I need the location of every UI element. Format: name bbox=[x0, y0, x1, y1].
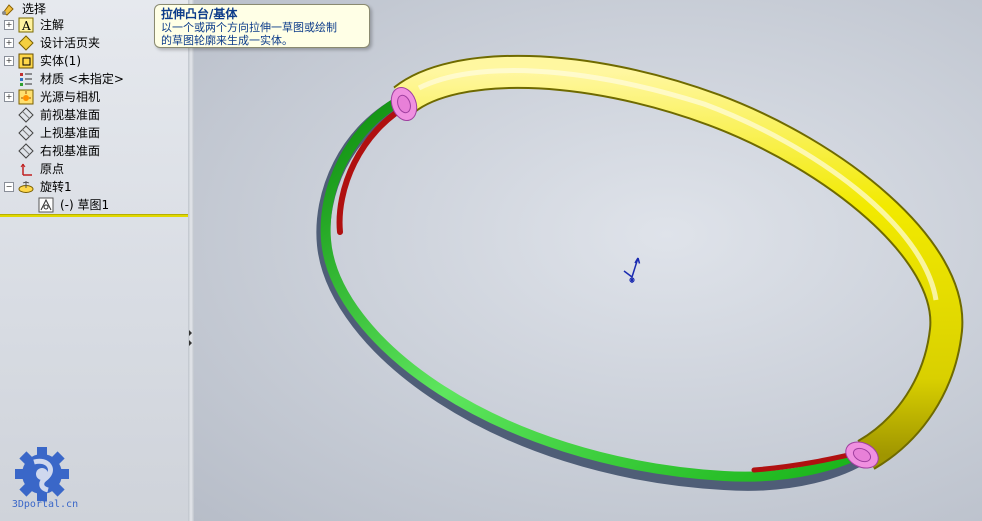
tree-item-label: 上视基准面 bbox=[40, 126, 101, 140]
plane-icon bbox=[18, 143, 34, 159]
tooltip: 拉伸凸台/基体 以一个或两个方向拉伸一草图或绘制 的草图轮廓来生成一实体。 bbox=[154, 4, 370, 48]
expand-icon[interactable]: + bbox=[4, 38, 14, 48]
plane-icon bbox=[18, 107, 34, 123]
collapse-icon[interactable]: − bbox=[4, 182, 14, 192]
origin-icon bbox=[18, 161, 34, 177]
tooltip-line: 以一个或两个方向拉伸一草图或绘制 bbox=[161, 21, 337, 34]
svg-text:A: A bbox=[21, 19, 31, 33]
tree-item-label: 前视基准面 bbox=[40, 108, 101, 122]
expand-icon[interactable]: + bbox=[4, 92, 14, 102]
tree-item-label: 右视基准面 bbox=[40, 144, 101, 158]
sketch-icon bbox=[38, 197, 54, 213]
ring-tube-surface bbox=[394, 56, 962, 468]
tree-item-label: 设计活页夹 bbox=[40, 36, 101, 50]
solid-bodies-icon bbox=[18, 53, 34, 69]
tree-item-label: 光源与相机 bbox=[40, 90, 101, 104]
tree-item-label: 原点 bbox=[40, 162, 65, 176]
design-binder-icon bbox=[18, 35, 34, 51]
annotations-icon: A bbox=[18, 17, 34, 33]
tooltip-description: 以一个或两个方向拉伸一草图或绘制 的草图轮廓来生成一实体。 bbox=[161, 21, 363, 47]
revolved-ring-model[interactable] bbox=[194, 0, 982, 521]
material-icon bbox=[18, 71, 34, 87]
tree-item-label: 实体(1) bbox=[40, 54, 81, 68]
tooltip-line: 的草图轮廓来生成一实体。 bbox=[161, 34, 293, 47]
feature-manager-tree: 选择 + A 注解 + 设计活页夹 + 实体(1) 材质 <未指定> + 光源与… bbox=[0, 0, 189, 521]
ring-tube-shadow bbox=[393, 54, 964, 470]
tree-item-label: (-) 草图1 bbox=[60, 198, 110, 212]
tree-item-label: 注解 bbox=[40, 18, 65, 32]
expand-icon[interactable]: + bbox=[4, 20, 14, 30]
expand-icon[interactable]: + bbox=[4, 56, 14, 66]
rollback-bar[interactable] bbox=[0, 214, 188, 217]
plane-icon bbox=[18, 125, 34, 141]
selection-icon bbox=[0, 1, 16, 17]
tree-item-label: 旋转1 bbox=[40, 180, 72, 194]
origin-triad-icon bbox=[623, 257, 641, 283]
revolve-icon bbox=[18, 179, 34, 195]
watermark-text: 3Dportal.cn bbox=[11, 499, 79, 510]
splitter-grip-icon[interactable] bbox=[189, 328, 193, 348]
tooltip-title: 拉伸凸台/基体 bbox=[161, 7, 238, 21]
lights-cameras-icon bbox=[18, 89, 34, 105]
tree-item-label: 材质 <未指定> bbox=[40, 72, 124, 86]
